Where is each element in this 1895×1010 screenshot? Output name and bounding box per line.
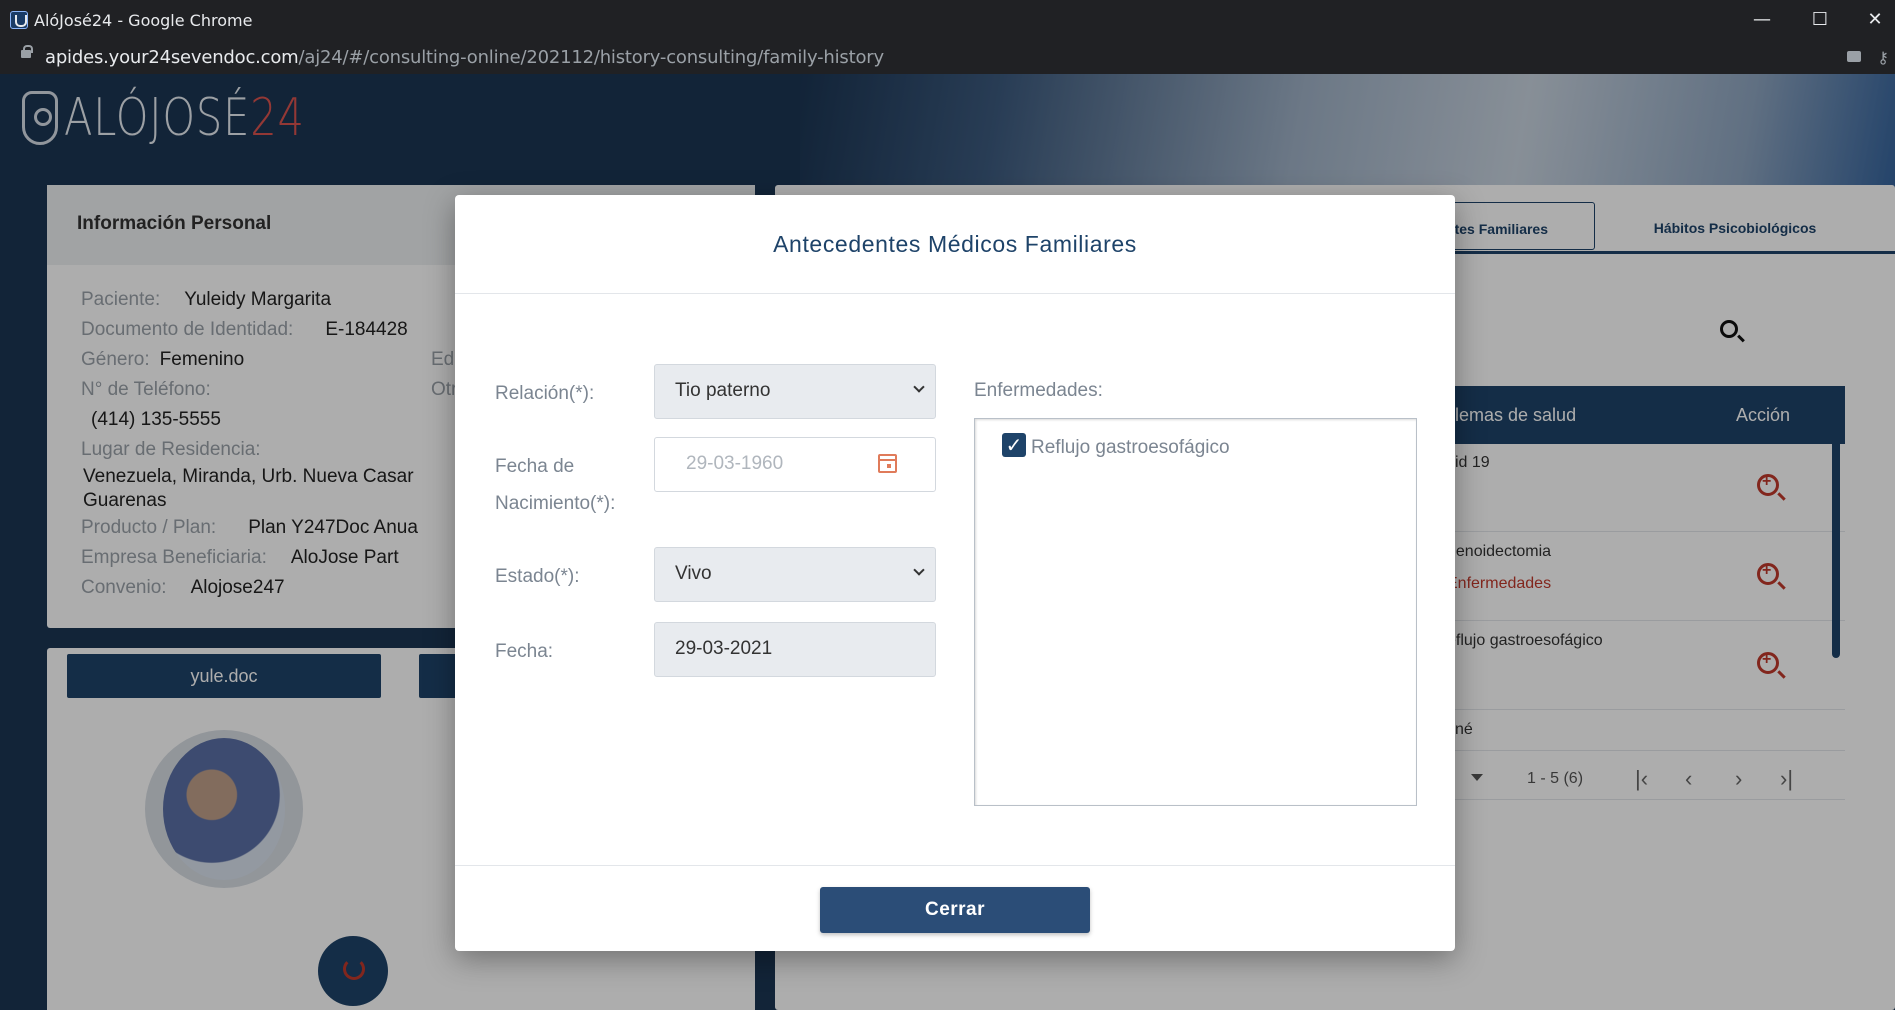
divider	[455, 293, 1455, 294]
relacion-select[interactable]: Tio paterno	[654, 364, 936, 419]
family-history-dialog: Antecedentes Médicos Familiares Relación…	[455, 195, 1455, 951]
close-window-button[interactable]: ✕	[1855, 6, 1895, 34]
close-button[interactable]: Cerrar	[820, 887, 1090, 933]
url-path: /aj24/#/consulting-online/202112/history…	[298, 47, 885, 68]
estado-value: Vivo	[675, 563, 712, 584]
camera-icon[interactable]	[1847, 51, 1861, 62]
fecha-input[interactable]: 29-03-2021	[654, 622, 936, 677]
divider	[455, 865, 1455, 866]
estado-label: Estado(*):	[495, 566, 580, 587]
fecha-nacimiento-label: Fecha de	[495, 456, 575, 477]
lock-icon	[21, 45, 33, 58]
enfermedades-list: ✓ Reflujo gastroesofágico	[974, 418, 1417, 806]
minimize-button[interactable]: —	[1742, 6, 1782, 34]
url-host: apides.your24sevendoc.com	[45, 47, 299, 68]
app-favicon-icon	[10, 11, 28, 29]
checkbox-checked-icon[interactable]: ✓	[1002, 433, 1026, 457]
maximize-button[interactable]: ☐	[1800, 6, 1840, 34]
address-bar[interactable]: apides.your24sevendoc.com/aj24/#/consult…	[0, 40, 1895, 74]
enfermedades-label: Enfermedades:	[974, 380, 1103, 401]
chevron-down-icon	[913, 381, 925, 393]
fecha-nacimiento-label-2: Nacimiento(*):	[495, 493, 616, 514]
fecha-value: 29-03-2021	[675, 638, 773, 659]
key-icon[interactable]: ⚷	[1877, 48, 1889, 68]
dialog-title: Antecedentes Médicos Familiares	[773, 231, 1137, 257]
relacion-label: Relación(*):	[495, 383, 595, 404]
chevron-down-icon	[913, 564, 925, 576]
fecha-nacimiento-value: 29-03-1960	[686, 453, 784, 474]
url-text[interactable]: apides.your24sevendoc.com/aj24/#/consult…	[45, 47, 884, 68]
enfermedad-label: Reflujo gastroesofágico	[1031, 437, 1230, 458]
browser-titlebar: AlóJosé24 - Google Chrome — ☐ ✕	[0, 0, 1895, 40]
window-title: AlóJosé24 - Google Chrome	[34, 11, 253, 30]
fecha-nacimiento-input[interactable]: 29-03-1960	[654, 437, 936, 492]
fecha-label: Fecha:	[495, 641, 554, 662]
calendar-icon[interactable]	[878, 454, 897, 473]
relacion-value: Tio paterno	[675, 380, 771, 401]
estado-select[interactable]: Vivo	[654, 547, 936, 602]
